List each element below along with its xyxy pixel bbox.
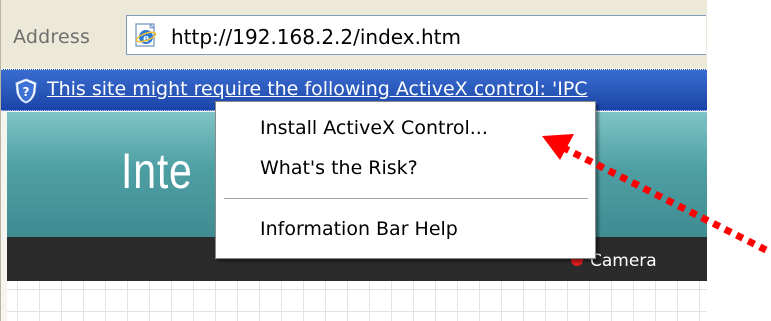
svg-text:?: ? <box>23 85 30 99</box>
menu-item-whats-the-risk[interactable]: What's the Risk? <box>260 157 418 179</box>
address-label: Address <box>13 26 91 48</box>
banner-title: Inte <box>121 143 193 199</box>
address-bar: Address e http://192.168.2.2/index.htm <box>1 0 707 68</box>
menu-item-information-bar-help[interactable]: Information Bar Help <box>260 218 458 240</box>
red-dotted-arrow <box>542 134 768 254</box>
menu-item-install-activex[interactable]: Install ActiveX Control... <box>260 117 488 139</box>
shield-icon: ? <box>15 78 37 104</box>
information-bar-text[interactable]: This site might require the following Ac… <box>47 78 588 100</box>
address-input[interactable]: e http://192.168.2.2/index.htm <box>126 15 706 55</box>
ie-page-icon: e <box>135 23 157 47</box>
address-url: http://192.168.2.2/index.htm <box>171 25 461 49</box>
page-grid-background <box>7 281 707 321</box>
